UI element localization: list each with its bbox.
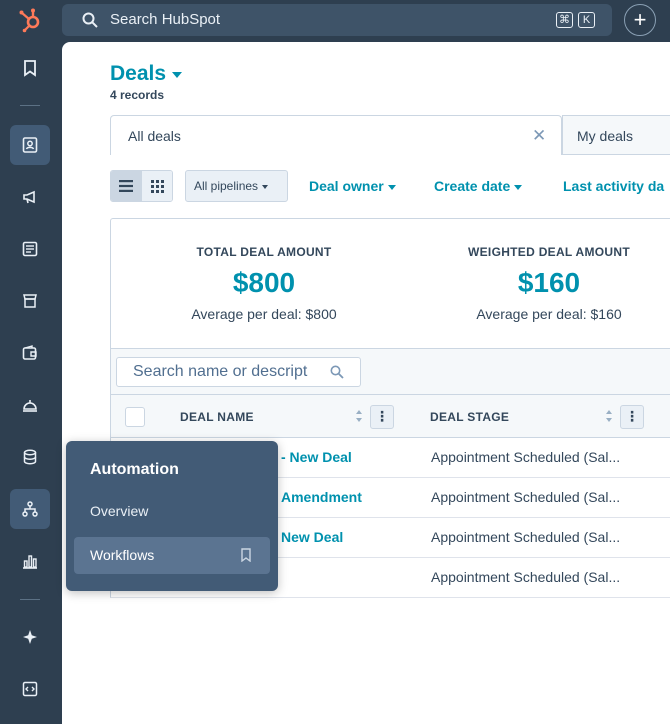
pipeline-select-value: All pipelines: [194, 179, 259, 193]
stat-average: Average per deal: $800: [191, 306, 337, 322]
developer-icon[interactable]: [10, 669, 50, 709]
contacts-icon[interactable]: [10, 125, 50, 165]
deal-stage: Appointment Scheduled (Sal...: [431, 529, 621, 545]
tab-all-deals[interactable]: All deals ✕: [110, 115, 562, 155]
column-options-button[interactable]: ⋮: [620, 405, 644, 429]
list-icon: [119, 180, 133, 192]
filter-last-activity-date[interactable]: Last activity da: [563, 178, 664, 194]
filter-label: Deal owner: [309, 178, 384, 194]
flyout-item-workflows[interactable]: Workflows: [74, 537, 270, 574]
close-icon[interactable]: ✕: [532, 127, 546, 144]
data-icon[interactable]: [10, 437, 50, 477]
create-new-button[interactable]: +: [624, 4, 656, 36]
stat-value: $800: [232, 267, 296, 298]
chevron-down-icon: [172, 72, 183, 78]
tab-label: All deals: [128, 128, 181, 144]
stat-label: WEIGHTED DEAL AMOUNT: [468, 245, 630, 259]
tab-my-deals[interactable]: My deals: [562, 115, 670, 155]
main-content: Deals 4 records All deals ✕ My deals All…: [62, 42, 670, 724]
pipeline-select[interactable]: All pipelines: [185, 170, 288, 202]
search-icon: [82, 12, 98, 28]
table-search-input[interactable]: [117, 358, 322, 386]
content-icon[interactable]: [10, 229, 50, 269]
deal-stage: Appointment Scheduled (Sal...: [431, 569, 621, 585]
column-options-button[interactable]: ⋮: [370, 405, 394, 429]
global-search-bar[interactable]: Search HubSpot ⌘ K: [62, 4, 612, 36]
page-title-dropdown[interactable]: Deals: [110, 62, 183, 86]
chevron-down-icon: [262, 184, 269, 189]
filter-create-date[interactable]: Create date: [434, 178, 523, 194]
service-icon[interactable]: [10, 385, 50, 425]
chevron-down-icon: [387, 184, 396, 190]
filter-deal-owner[interactable]: Deal owner: [309, 178, 396, 194]
global-search-placeholder: Search HubSpot: [110, 11, 221, 28]
bookmarks-icon[interactable]: [10, 48, 50, 88]
view-toggle: [110, 170, 173, 202]
shortcut-key-k: K: [578, 12, 595, 28]
page-title: Deals: [110, 62, 167, 85]
deal-stage: Appointment Scheduled (Sal...: [431, 449, 621, 465]
sales-icon[interactable]: [10, 333, 50, 373]
deal-name-link[interactable]: - New Deal: [281, 449, 352, 465]
column-header-deal-name[interactable]: DEAL NAME: [180, 410, 254, 424]
grid-icon: [151, 179, 164, 193]
sort-icon[interactable]: [605, 409, 613, 423]
deal-stage: Appointment Scheduled (Sal...: [431, 489, 621, 505]
filter-label: Create date: [434, 178, 511, 194]
automation-flyout-menu: Automation Overview Workflows: [66, 441, 278, 591]
automation-icon[interactable]: [10, 489, 50, 529]
column-header-deal-stage[interactable]: DEAL STAGE: [430, 410, 509, 424]
top-bar: Search HubSpot ⌘ K +: [0, 0, 670, 42]
table-header: DEAL NAME ⋮ DEAL STAGE ⋮: [110, 394, 670, 438]
bookmark-icon[interactable]: [240, 548, 252, 562]
nav-divider: [20, 105, 40, 106]
commerce-icon[interactable]: [10, 281, 50, 321]
stat-average: Average per deal: $160: [476, 306, 622, 322]
stat-value: $160: [517, 267, 581, 298]
select-all-checkbox[interactable]: [125, 407, 145, 427]
nav-divider: [20, 599, 40, 600]
flyout-item-label: Workflows: [90, 547, 155, 563]
marketing-icon[interactable]: [10, 177, 50, 217]
left-navigation: [0, 42, 62, 724]
ai-icon[interactable]: [10, 617, 50, 657]
deal-name-link[interactable]: Amendment: [281, 489, 362, 505]
board-view-button[interactable]: [142, 171, 172, 201]
record-count: 4 records: [110, 88, 165, 102]
filter-label: Last activity da: [563, 178, 665, 194]
table-toolbar: [110, 348, 670, 394]
stat-label: TOTAL DEAL AMOUNT: [196, 245, 332, 259]
flyout-item-overview[interactable]: Overview: [90, 503, 148, 519]
shortcut-key-cmd: ⌘: [556, 12, 573, 28]
search-icon: [330, 365, 344, 379]
view-tabs: All deals ✕ My deals: [110, 115, 670, 155]
reporting-icon[interactable]: [10, 541, 50, 581]
flyout-title: Automation: [90, 461, 179, 478]
hubspot-logo-icon[interactable]: [18, 7, 44, 33]
table-search: [116, 357, 361, 387]
tab-label: My deals: [577, 128, 634, 144]
chevron-down-icon: [514, 184, 523, 190]
deal-summary: TOTAL DEAL AMOUNT $800 Average per deal:…: [110, 218, 670, 348]
sort-icon[interactable]: [355, 409, 363, 423]
deal-name-link[interactable]: New Deal: [281, 529, 343, 545]
list-view-button[interactable]: [111, 171, 142, 201]
